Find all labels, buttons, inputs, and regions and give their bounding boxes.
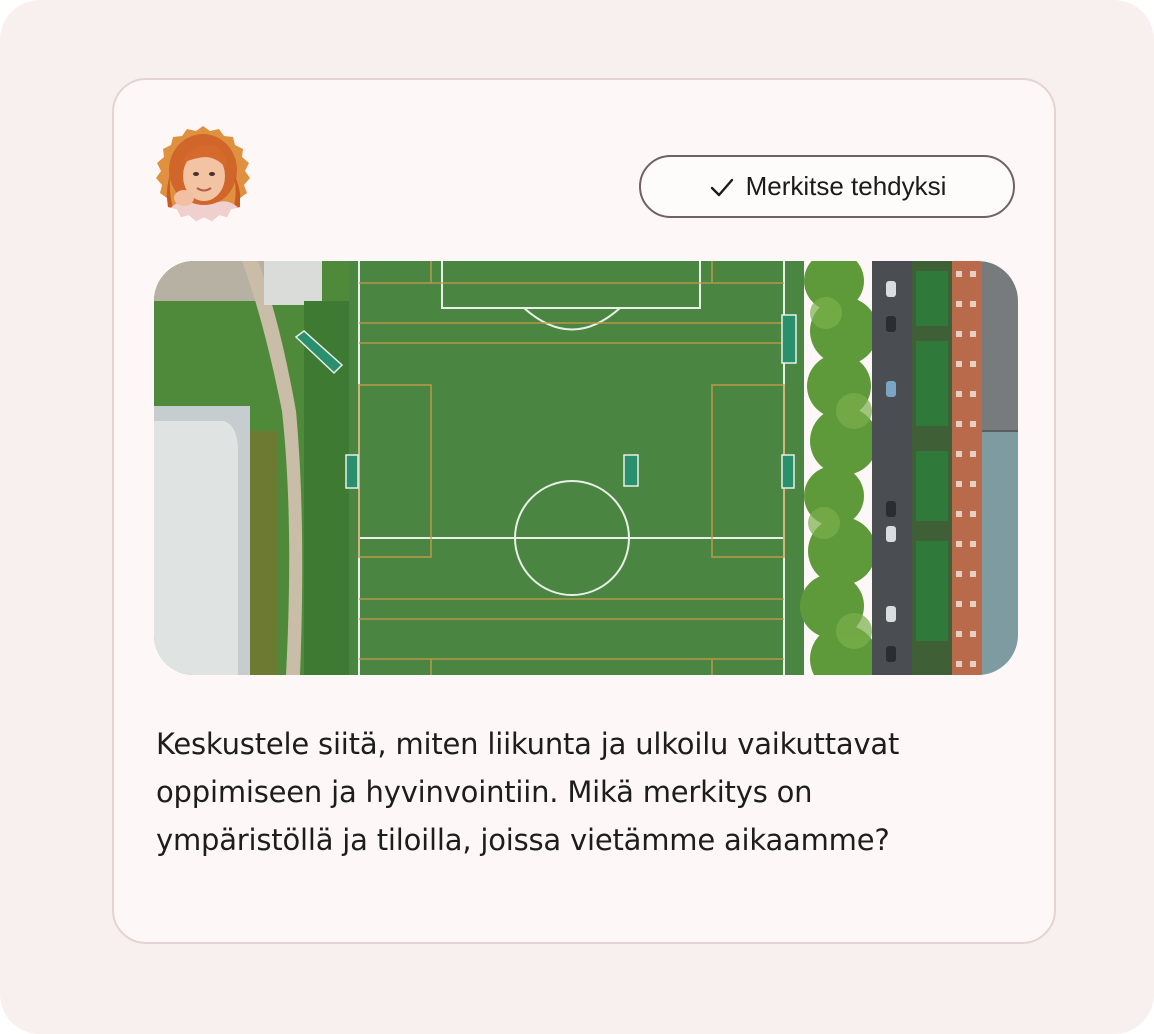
- avatar-image: [156, 126, 250, 221]
- task-description: Keskustele siitä, miten liikunta ja ulko…: [156, 727, 900, 857]
- task-card: Merkitse tehdyksi Keskustele siitä, mite…: [112, 78, 1056, 944]
- mark-done-label: Merkitse tehdyksi: [745, 171, 947, 201]
- user-avatar[interactable]: [154, 124, 252, 222]
- mark-done-button[interactable]: Merkitse tehdyksi: [639, 155, 1015, 218]
- page-background: Merkitse tehdyksi Keskustele siitä, mite…: [0, 0, 1154, 1034]
- checkmark-icon: [708, 173, 736, 201]
- football-field-image: [154, 261, 1018, 675]
